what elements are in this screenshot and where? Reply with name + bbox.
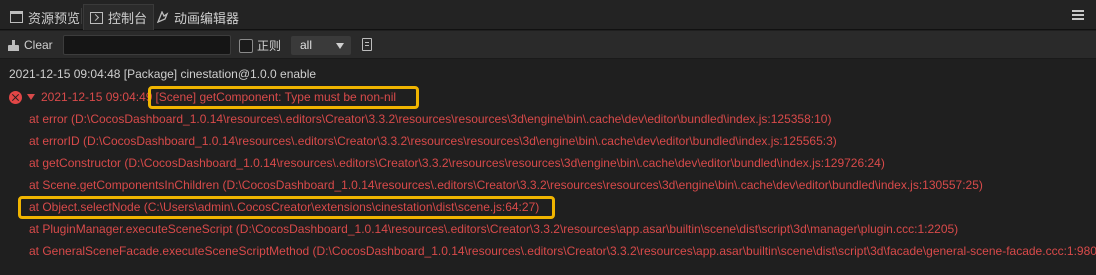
console-icon — [90, 11, 103, 24]
log-info-line: 2021-12-15 09:04:48 [Package] cinestatio… — [9, 67, 317, 81]
log-level-select[interactable]: all — [291, 36, 351, 55]
panel-menu-icon[interactable] — [1072, 10, 1084, 20]
error-icon — [9, 90, 22, 104]
console-toolbar: Clear 正则 all — [0, 31, 1096, 59]
log-level-value: all — [300, 38, 313, 52]
tab-label: 资源预览 — [28, 10, 81, 26]
clear-icon — [8, 39, 19, 51]
regex-checkbox[interactable]: 正则 — [239, 37, 281, 54]
stack-trace-line: at error (D:\CocosDashboard_1.0.14\resou… — [29, 112, 832, 126]
tab-label: 控制台 — [108, 11, 148, 26]
search-input[interactable] — [63, 35, 231, 55]
panel-tab-bar: 资源预览 控制台 动画编辑器 — [0, 0, 1096, 30]
clear-label: Clear — [24, 38, 53, 52]
tab-assets-preview[interactable]: 资源预览 — [4, 4, 86, 30]
folder-icon — [10, 11, 23, 23]
tab-animation-editor[interactable]: 动画编辑器 — [150, 4, 245, 30]
tab-divider — [81, 8, 82, 24]
tab-label: 动画编辑器 — [174, 10, 240, 26]
animation-icon — [156, 10, 169, 24]
stack-trace-line: at getConstructor (D:\CocosDashboard_1.0… — [29, 156, 885, 170]
open-log-file-icon[interactable] — [362, 38, 372, 51]
clear-button[interactable]: Clear — [8, 36, 53, 54]
checkbox-box[interactable] — [239, 38, 253, 53]
stack-trace-line: at Scene.getComponentsInChildren (D:\Coc… — [29, 178, 983, 192]
regex-label: 正则 — [257, 39, 282, 53]
stack-trace-line: at PluginManager.executeSceneScript (D:\… — [29, 222, 959, 236]
highlight-box-select-node — [18, 196, 555, 219]
chevron-down-icon — [336, 43, 344, 49]
stack-trace-line: at errorID (D:\CocosDashboard_1.0.14\res… — [29, 134, 837, 148]
collapse-caret-icon[interactable] — [27, 94, 35, 100]
error-timestamp: 2021-12-15 09:04:49 — [41, 90, 153, 104]
stack-trace-line: at GeneralSceneFacade.executeSceneScript… — [29, 244, 1096, 258]
highlight-box-error-message — [148, 86, 419, 109]
tab-console[interactable]: 控制台 — [83, 4, 155, 30]
